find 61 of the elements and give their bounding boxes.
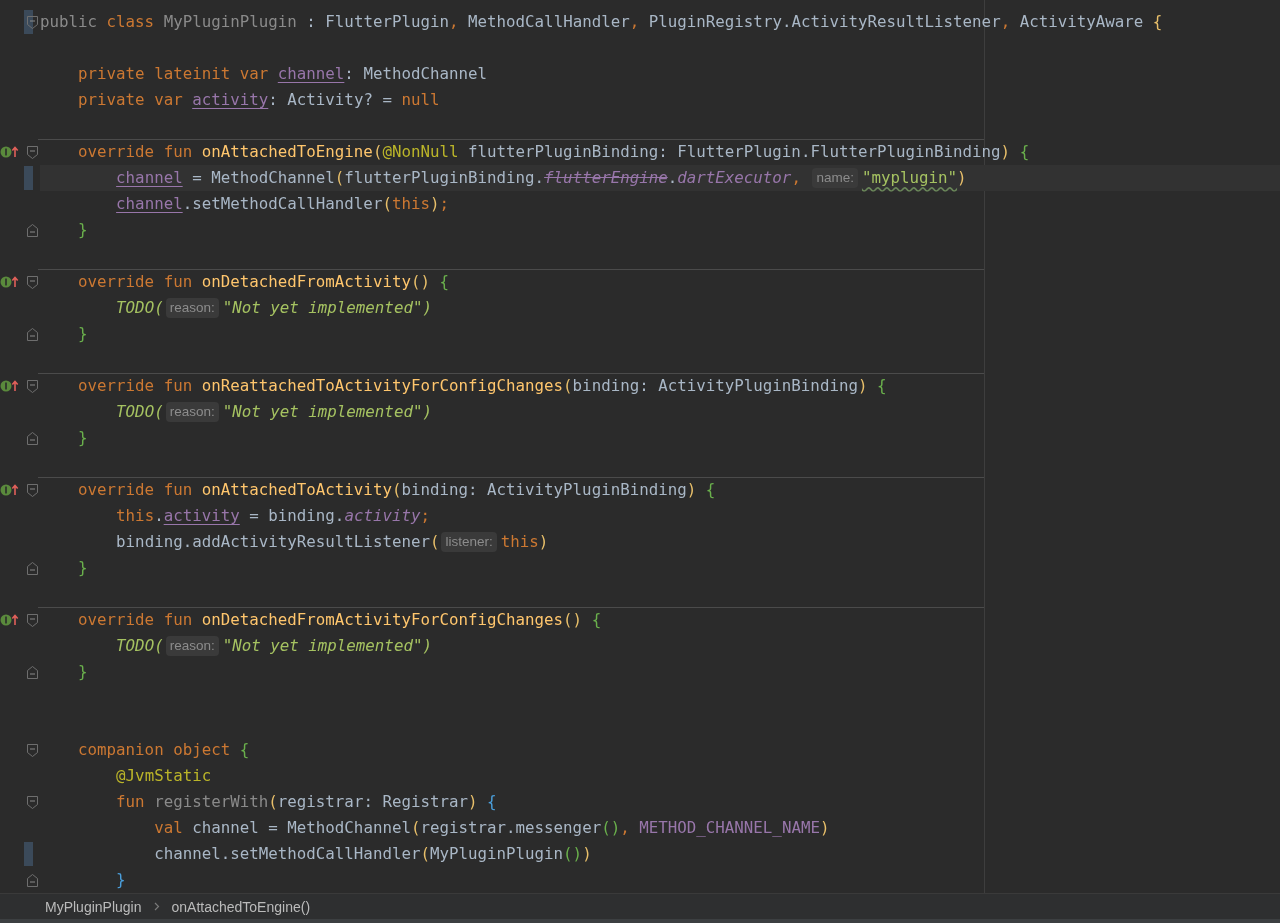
code-text: private var activity: Activity? = null bbox=[78, 89, 440, 111]
change-marker[interactable] bbox=[24, 10, 33, 34]
code-text: } bbox=[78, 323, 88, 345]
code-text: this.activity = binding.activity; bbox=[116, 505, 430, 527]
code-text: } bbox=[116, 869, 126, 891]
code-text: override fun onAttachedToActivity(binding: ActivityPluginBinding) { bbox=[78, 479, 716, 501]
parameter-hint: reason: bbox=[165, 298, 219, 318]
fold-icon[interactable] bbox=[27, 666, 38, 679]
change-marker[interactable] bbox=[24, 166, 33, 190]
code-text: } bbox=[78, 427, 88, 449]
fold-icon[interactable] bbox=[27, 380, 38, 393]
breadcrumb-item[interactable]: onAttachedToEngine() bbox=[171, 897, 311, 916]
fold-icon[interactable] bbox=[27, 562, 38, 575]
fold-icon[interactable] bbox=[27, 276, 38, 289]
code-text: "Not yet implemented") bbox=[222, 297, 432, 319]
fold-icon[interactable] bbox=[27, 796, 38, 809]
implementing-method-icon[interactable] bbox=[0, 275, 19, 289]
code-text: binding.addActivityResultListener( bbox=[116, 531, 440, 553]
fold-icon[interactable] bbox=[27, 874, 38, 887]
code-text: } bbox=[78, 661, 88, 683]
code-text: fun registerWith(registrar: Registrar) { bbox=[116, 791, 497, 813]
code-text: } bbox=[78, 219, 88, 241]
code-text: TODO( bbox=[116, 635, 164, 657]
code-text: override fun onReattachedToActivityForConfigChanges(binding: ActivityPluginBinding) { bbox=[78, 375, 887, 397]
code-text: TODO( bbox=[116, 401, 164, 423]
fold-icon[interactable] bbox=[27, 614, 38, 627]
parameter-hint: name: bbox=[812, 168, 858, 188]
fold-icon[interactable] bbox=[27, 146, 38, 159]
parameter-hint: reason: bbox=[165, 636, 219, 656]
code-text: private lateinit var channel: MethodChannel bbox=[78, 63, 488, 85]
code-text: companion object { bbox=[78, 739, 250, 761]
implementing-method-icon[interactable] bbox=[0, 613, 19, 627]
code-text: channel.setMethodCallHandler(MyPluginPlugin()) bbox=[154, 843, 592, 865]
implementing-method-icon[interactable] bbox=[0, 379, 19, 393]
parameter-hint: listener: bbox=[441, 532, 497, 552]
code-text: @JvmStatic bbox=[116, 765, 212, 787]
code-text: override fun onDetachedFromActivityForConfigChanges() { bbox=[78, 609, 602, 631]
code-text: } bbox=[78, 557, 88, 579]
code-text: override fun onAttachedToEngine(@NonNull flutterPluginBinding: FlutterPlugin.FlutterPluginBinding) { bbox=[78, 141, 1030, 163]
breadcrumb-item[interactable]: MyPluginPlugin bbox=[45, 897, 142, 916]
code-text: override fun onDetachedFromActivity() { bbox=[78, 271, 449, 293]
code-text: this) bbox=[500, 531, 549, 553]
fold-icon[interactable] bbox=[27, 744, 38, 757]
code-text: "Not yet implemented") bbox=[222, 401, 432, 423]
code-text: "myplugin") bbox=[861, 167, 967, 189]
fold-icon[interactable] bbox=[27, 16, 38, 29]
fold-icon[interactable] bbox=[27, 432, 38, 445]
fold-icon[interactable] bbox=[27, 484, 38, 497]
chevron-icon bbox=[153, 902, 160, 911]
code-text: channel.setMethodCallHandler(this); bbox=[116, 193, 449, 215]
fold-icon[interactable] bbox=[27, 328, 38, 341]
code-text: val channel = MethodChannel(registrar.messenger(), METHOD_CHANNEL_NAME) bbox=[154, 817, 830, 839]
parameter-hint: reason: bbox=[165, 402, 219, 422]
code-text: TODO( bbox=[116, 297, 164, 319]
fold-icon[interactable] bbox=[27, 224, 38, 237]
implementing-method-icon[interactable] bbox=[0, 145, 19, 159]
code-text: channel = MethodChannel(flutterPluginBinding.flutterEngine.dartExecutor, bbox=[116, 167, 802, 189]
code-text: public class MyPluginPlugin : FlutterPlugin, MethodCallHandler, PluginRegistry.ActivityResultListener, ActivityAware { bbox=[40, 11, 1163, 33]
change-marker[interactable] bbox=[24, 842, 33, 866]
implementing-method-icon[interactable] bbox=[0, 483, 19, 497]
code-text: "Not yet implemented") bbox=[222, 635, 432, 657]
